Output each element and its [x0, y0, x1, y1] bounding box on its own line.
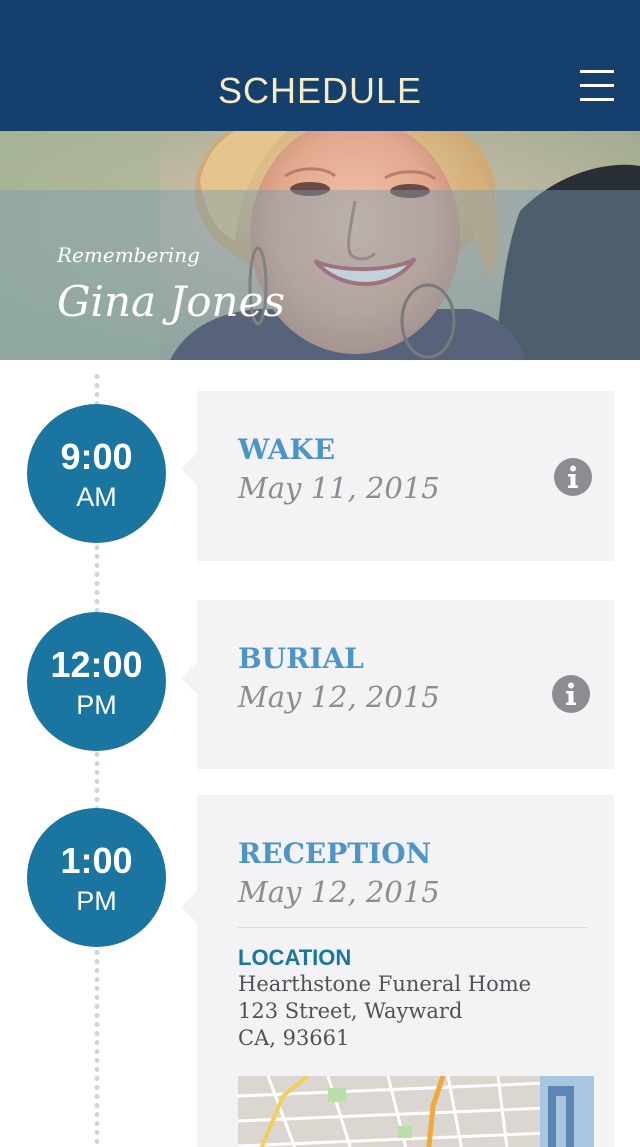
event-date: May 11, 2015: [238, 471, 440, 505]
event-card-reception[interactable]: RECEPTION May 12, 2015 LOCATION Hearthst…: [181, 795, 614, 1147]
hero-subtitle: Remembering: [57, 243, 200, 267]
event-time: 9:00: [60, 436, 133, 477]
event-meridiem: AM: [76, 482, 117, 512]
event-title: RECEPTION: [238, 837, 432, 870]
address-line-1: Hearthstone Funeral Home: [238, 972, 532, 996]
event-card-burial[interactable]: BURIAL May 12, 2015: [181, 600, 614, 769]
event-meridiem: PM: [76, 886, 117, 916]
address-line-3: CA, 93661: [238, 1026, 350, 1050]
address-line-2: 123 Street, Wayward: [238, 999, 463, 1023]
event-time: 1:00: [60, 840, 133, 881]
event-date: May 12, 2015: [238, 680, 440, 714]
info-icon[interactable]: [554, 458, 592, 496]
info-icon[interactable]: [552, 675, 590, 713]
card-divider: [238, 927, 588, 928]
memorial-hero-banner: Remembering Gina Jones: [0, 131, 640, 360]
page-title: SCHEDULE: [217, 70, 423, 111]
hero-overlay: [0, 190, 640, 360]
event-card-wake[interactable]: WAKE May 11, 2015: [181, 391, 614, 561]
hamburger-menu-icon[interactable]: [580, 70, 616, 102]
time-circle-reception: 1:00 PM: [27, 808, 166, 947]
location-label: LOCATION: [238, 945, 352, 970]
location-map[interactable]: [238, 1076, 594, 1147]
time-circle-wake: 9:00 AM: [27, 404, 166, 543]
app-header: SCHEDULE: [0, 0, 640, 131]
deceased-name: Gina Jones: [57, 277, 286, 326]
event-date: May 12, 2015: [238, 875, 440, 909]
event-title: WAKE: [238, 433, 336, 466]
time-circle-burial: 12:00 PM: [27, 612, 166, 751]
event-title: BURIAL: [238, 642, 364, 675]
event-meridiem: PM: [76, 690, 117, 720]
event-time: 12:00: [50, 644, 143, 685]
